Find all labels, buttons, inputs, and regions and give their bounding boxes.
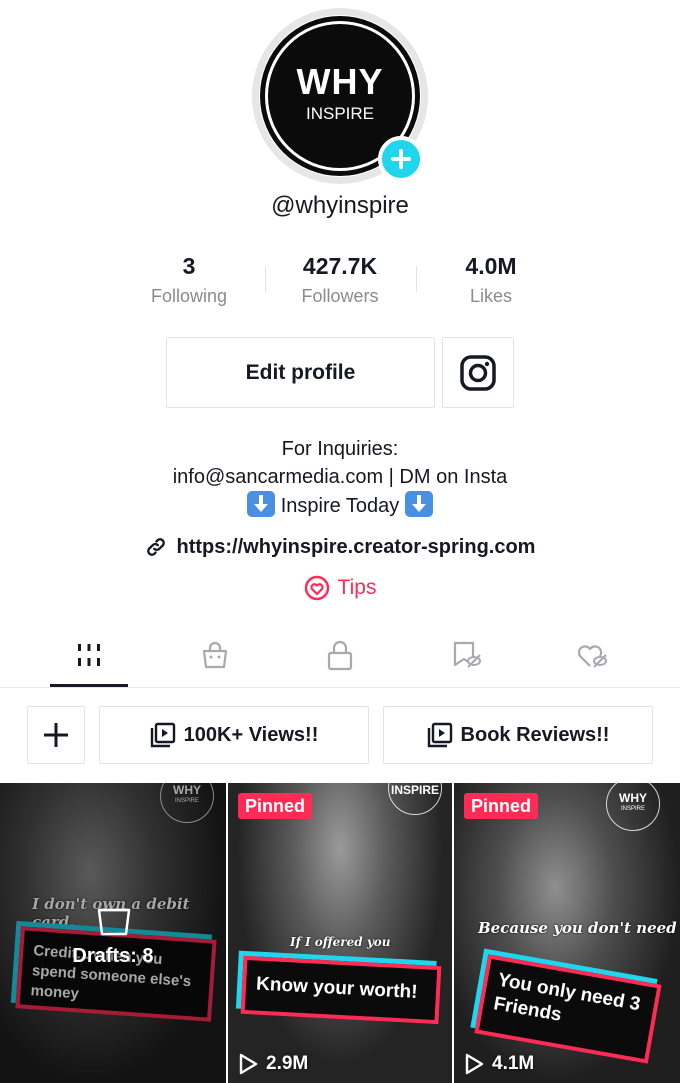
grid-icon bbox=[78, 644, 100, 666]
playlist-icon bbox=[150, 722, 175, 748]
tips-heart-icon bbox=[304, 575, 329, 601]
add-photo-button[interactable] bbox=[378, 136, 424, 182]
tab-videos[interactable] bbox=[21, 622, 157, 688]
profile-link-text: https://whyinspire.creator-spring.com bbox=[176, 536, 536, 558]
bio-line: For Inquiries: bbox=[281, 438, 399, 460]
followers-label: Followers bbox=[301, 286, 379, 306]
video-caption-box: Know your worth! bbox=[240, 955, 442, 1025]
plus-icon bbox=[44, 723, 68, 747]
instagram-icon bbox=[460, 354, 496, 391]
hidden-heart-icon bbox=[577, 645, 607, 668]
video-tile[interactable]: INSPIRE Pinned If I offered you Know you… bbox=[228, 783, 452, 1083]
tips-label: Tips bbox=[337, 576, 377, 599]
play-icon bbox=[239, 1053, 258, 1075]
watermark-subtext: INSPIRE bbox=[390, 783, 439, 797]
stat-followers[interactable]: 427.7K Followers bbox=[265, 252, 415, 308]
watermark-logo: INSPIRE bbox=[388, 783, 442, 815]
bio-line-emoji: Inspire Today bbox=[0, 491, 680, 520]
link-icon bbox=[146, 538, 165, 556]
playlist-label: 100K+ Views!! bbox=[183, 723, 319, 746]
view-count: 2.9M bbox=[238, 1053, 308, 1075]
likes-label: Likes bbox=[469, 286, 513, 306]
profile-link[interactable]: https://whyinspire.creator-spring.com bbox=[0, 533, 680, 561]
stat-likes[interactable]: 4.0M Likes bbox=[416, 252, 566, 308]
video-caption-top: Because you don't need bbox=[478, 919, 677, 937]
instagram-button[interactable] bbox=[442, 337, 514, 408]
tab-liked[interactable] bbox=[524, 622, 660, 688]
playlist-label: Book Reviews!! bbox=[460, 723, 610, 746]
tips-button[interactable]: Tips bbox=[0, 574, 680, 602]
video-caption-top: If I offered you bbox=[290, 935, 391, 949]
add-playlist-button[interactable] bbox=[27, 706, 85, 764]
view-count-text: 4.1M bbox=[492, 1053, 535, 1074]
playlist-button[interactable]: Book Reviews!! bbox=[383, 706, 653, 764]
playlist-button[interactable]: 100K+ Views!! bbox=[99, 706, 369, 764]
bio-line: info@sancarmedia.com | DM on Insta bbox=[172, 466, 508, 488]
username: @whyinspire bbox=[271, 192, 409, 219]
profile-tabs bbox=[0, 622, 680, 688]
hidden-bookmark-icon bbox=[453, 641, 481, 668]
following-label: Following bbox=[150, 286, 228, 306]
stat-following[interactable]: 3 Following bbox=[114, 252, 264, 308]
playlist-icon bbox=[427, 722, 452, 748]
watermark-text: WHY bbox=[619, 791, 647, 805]
view-count: 4.1M bbox=[464, 1053, 534, 1075]
video-tile[interactable]: WHY INSPIRE Pinned Because you don't nee… bbox=[454, 783, 680, 1083]
lock-icon bbox=[327, 640, 353, 671]
tab-favorites[interactable] bbox=[398, 622, 534, 688]
following-count: 3 bbox=[182, 253, 196, 279]
play-icon bbox=[465, 1053, 484, 1075]
likes-count: 4.0M bbox=[465, 253, 517, 279]
watermark-logo: WHY INSPIRE bbox=[606, 783, 660, 831]
down-arrow-emoji-icon bbox=[247, 491, 276, 517]
edit-profile-button[interactable]: Edit profile bbox=[166, 337, 435, 408]
pinned-badge: Pinned bbox=[238, 793, 313, 819]
video-caption-box: You only need 3 Friends bbox=[474, 954, 662, 1064]
active-tab-indicator bbox=[50, 684, 128, 687]
avatar-logo-subtext: INSPIRE bbox=[305, 104, 375, 123]
view-count-text: 2.9M bbox=[266, 1053, 309, 1074]
drafts-count: Drafts: 8 bbox=[72, 945, 154, 967]
shopping-bag-icon bbox=[202, 641, 228, 669]
tab-shop[interactable] bbox=[147, 622, 283, 688]
pinned-badge: Pinned bbox=[464, 793, 539, 819]
avatar-logo-text: WHY bbox=[296, 61, 384, 102]
down-arrow-emoji-icon bbox=[404, 491, 433, 517]
watermark-subtext: INSPIRE bbox=[620, 806, 645, 812]
bio-tagline: Inspire Today bbox=[280, 495, 400, 517]
tab-private[interactable] bbox=[272, 622, 408, 688]
followers-count: 427.7K bbox=[302, 253, 378, 279]
drafts-icon bbox=[97, 908, 131, 936]
